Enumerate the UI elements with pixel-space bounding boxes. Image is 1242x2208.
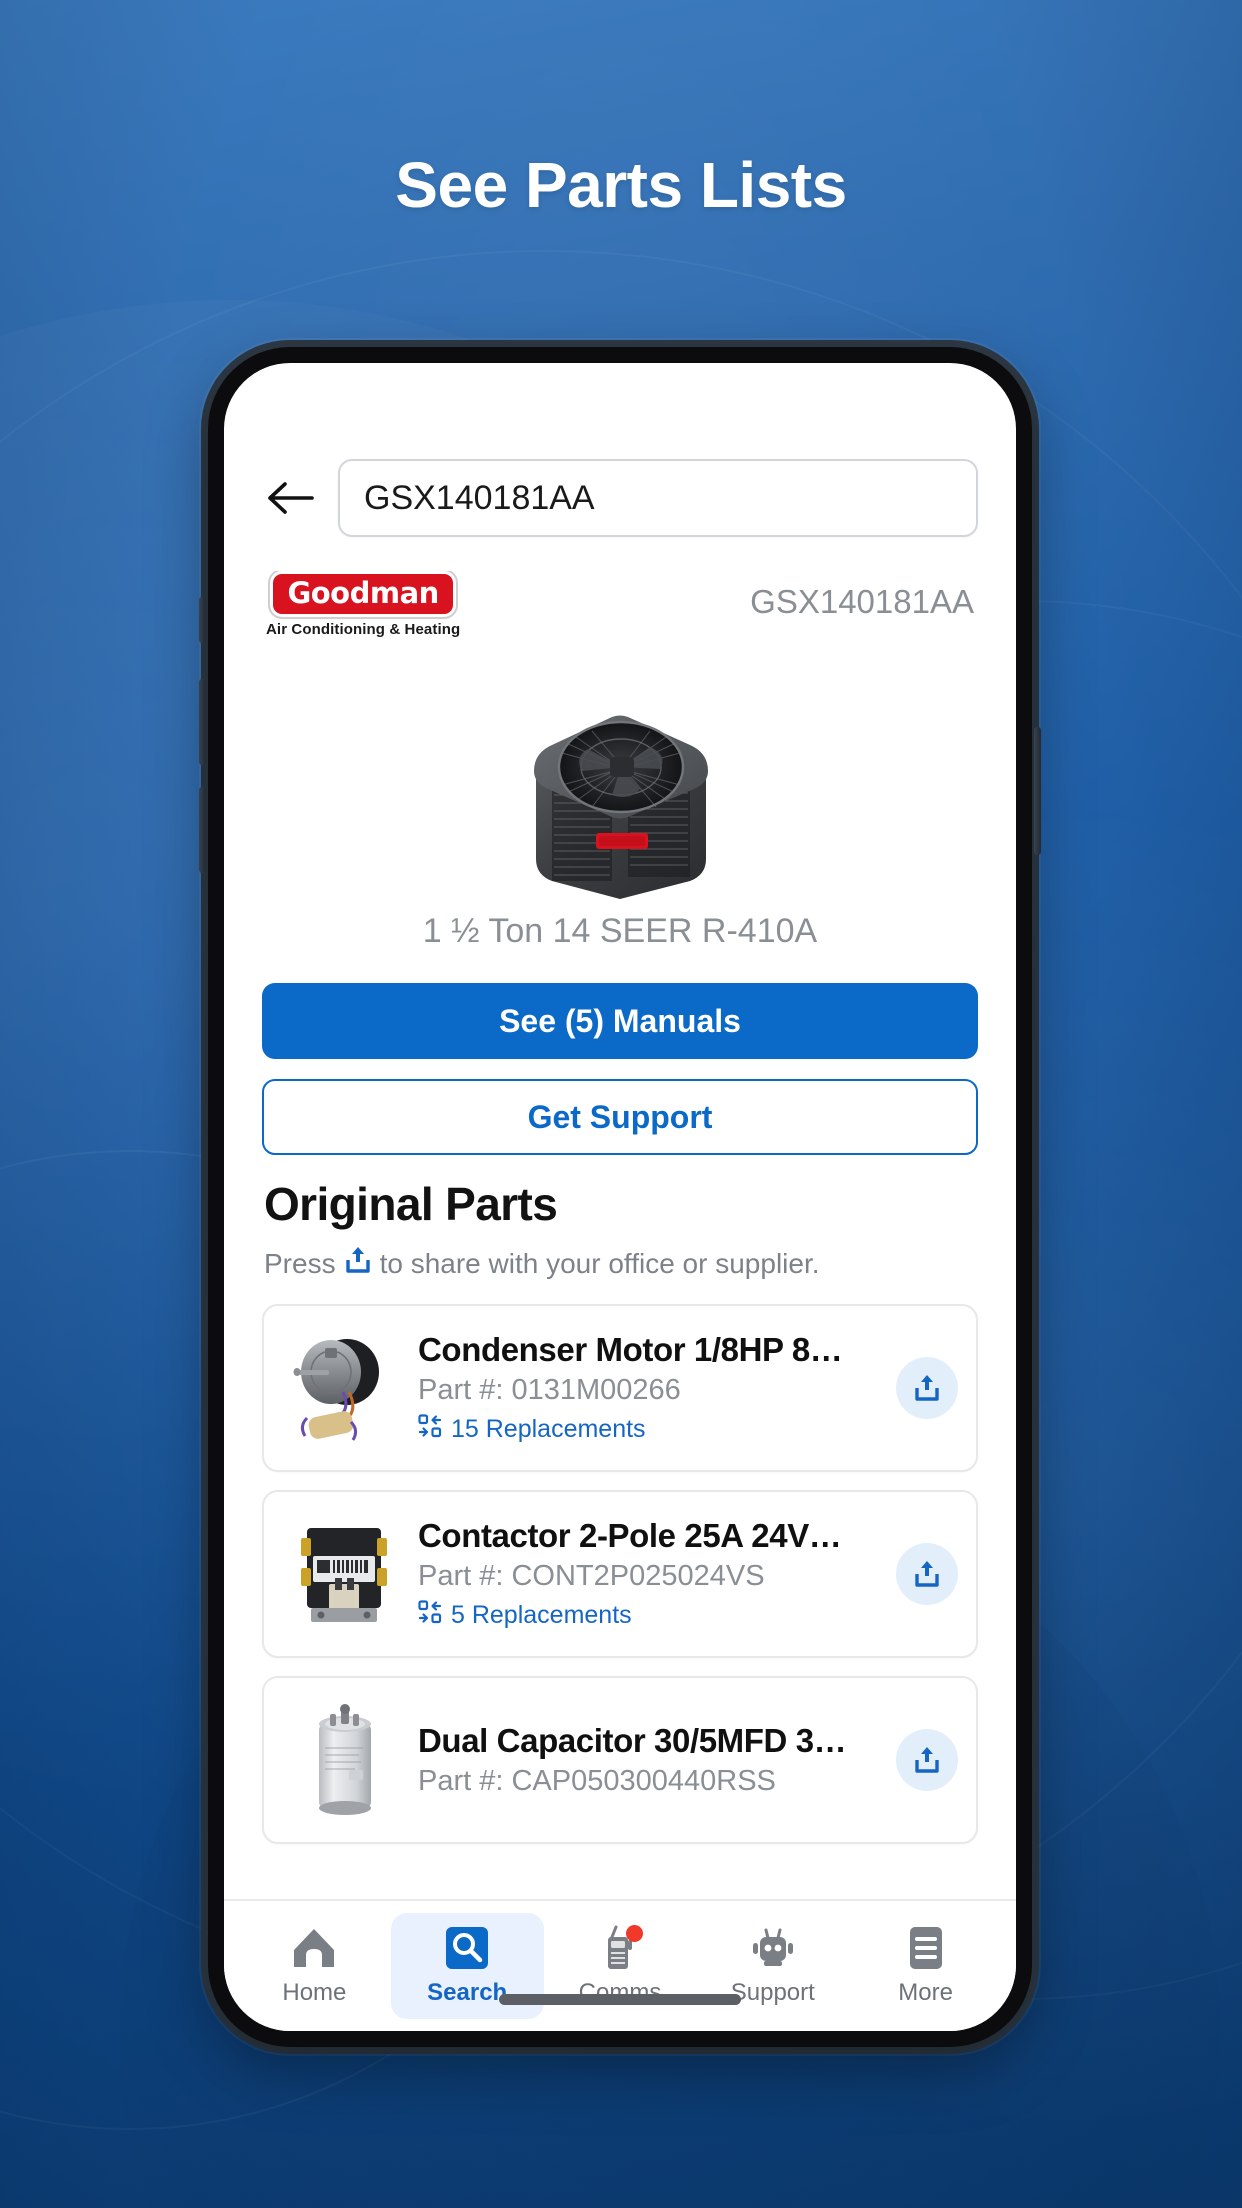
phone-screen: GSX140181AA Goodman Air Conditioning & H… xyxy=(224,363,1016,2031)
home-indicator[interactable] xyxy=(499,1994,741,2005)
share-hint: Press to share with your office or suppl… xyxy=(264,1245,978,1282)
share-button[interactable] xyxy=(896,1543,958,1606)
share-hint-suffix: to share with your office or supplier. xyxy=(379,1247,820,1279)
contactor-thumb xyxy=(282,1508,406,1640)
bottom-tab-bar: Home Search Comms Support More xyxy=(224,1899,1016,2031)
tab-label: Home xyxy=(282,1979,347,2006)
see-manuals-button[interactable]: See (5) Manuals xyxy=(262,983,978,1060)
tab-home[interactable]: Home xyxy=(238,1913,391,2019)
robot-icon xyxy=(748,1923,798,1973)
replacements-icon xyxy=(418,1600,442,1631)
promo-headline: See Parts Lists xyxy=(395,149,847,221)
list-item[interactable]: Contactor 2-Pole 25A 24V… Part #: CONT2P… xyxy=(262,1490,978,1659)
search-bar-row: GSX140181AA xyxy=(224,459,1016,537)
share-hint-prefix: Press xyxy=(264,1247,336,1279)
search-icon xyxy=(442,1923,492,1973)
part-info: Dual Capacitor 30/5MFD 3… Part #: CAP050… xyxy=(418,1722,896,1798)
goodman-logo: Goodman Air Conditioning & Heating xyxy=(266,571,460,638)
volume-down-button[interactable] xyxy=(199,787,206,873)
back-arrow-icon[interactable] xyxy=(264,472,316,524)
part-number: Part #: CONT2P025024VS xyxy=(418,1560,765,1593)
capacitor-thumb xyxy=(282,1694,406,1826)
part-title: Condenser Motor 1/8HP 8… xyxy=(418,1331,843,1369)
model-number: GSX140181AA xyxy=(750,583,974,620)
product-scroll-area[interactable]: Goodman Air Conditioning & Heating GSX14… xyxy=(224,571,1016,1899)
part-number: Part #: 0131M00266 xyxy=(418,1374,681,1407)
power-button[interactable] xyxy=(1034,727,1041,855)
notification-badge xyxy=(625,1925,643,1942)
condenser-motor-thumb xyxy=(282,1322,406,1454)
part-title: Dual Capacitor 30/5MFD 3… xyxy=(418,1722,847,1760)
replacements-icon xyxy=(418,1414,442,1445)
replacements-link[interactable]: 5 Replacements xyxy=(418,1600,896,1631)
brand-row: Goodman Air Conditioning & Heating GSX14… xyxy=(262,571,978,638)
brand-tagline: Air Conditioning & Heating xyxy=(266,621,461,639)
search-input-value: GSX140181AA xyxy=(364,478,595,517)
tab-more[interactable]: More xyxy=(849,1913,1002,2019)
page-title: Original Parts xyxy=(264,1178,558,1231)
condenser-unit-photo xyxy=(262,656,978,906)
tab-label: Support xyxy=(730,1979,815,2006)
part-number: Part #: CAP050300440RSS xyxy=(418,1765,776,1798)
list-item[interactable]: Condenser Motor 1/8HP 8… Part #: 0131M00… xyxy=(262,1304,978,1473)
menu-icon xyxy=(901,1923,951,1973)
get-support-button[interactable]: Get Support xyxy=(262,1079,978,1156)
replacements-label: 5 Replacements xyxy=(451,1601,632,1630)
share-button[interactable] xyxy=(896,1357,958,1420)
product-spec: 1 ½ Ton 14 SEER R-410A xyxy=(422,912,818,951)
phone-frame: GSX140181AA Goodman Air Conditioning & H… xyxy=(199,347,1041,2047)
part-info: Condenser Motor 1/8HP 8… Part #: 0131M00… xyxy=(418,1331,896,1445)
brand-name: Goodman xyxy=(268,571,458,620)
replacements-link[interactable]: 15 Replacements xyxy=(418,1414,896,1445)
tab-label: Search xyxy=(427,1979,508,2006)
home-icon xyxy=(289,1923,339,1973)
mute-switch[interactable] xyxy=(199,597,206,643)
part-info: Contactor 2-Pole 25A 24V… Part #: CONT2P… xyxy=(418,1517,896,1631)
share-icon xyxy=(345,1245,371,1282)
search-input[interactable]: GSX140181AA xyxy=(338,459,978,537)
tab-label: More xyxy=(898,1979,953,2006)
part-title: Contactor 2-Pole 25A 24V… xyxy=(418,1517,842,1555)
app-container: GSX140181AA Goodman Air Conditioning & H… xyxy=(224,363,1016,2031)
list-item[interactable]: Dual Capacitor 30/5MFD 3… Part #: CAP050… xyxy=(262,1676,978,1845)
volume-up-button[interactable] xyxy=(199,679,206,765)
replacements-label: 15 Replacements xyxy=(451,1415,646,1444)
radio-icon xyxy=(595,1923,645,1973)
share-button[interactable] xyxy=(896,1729,958,1792)
